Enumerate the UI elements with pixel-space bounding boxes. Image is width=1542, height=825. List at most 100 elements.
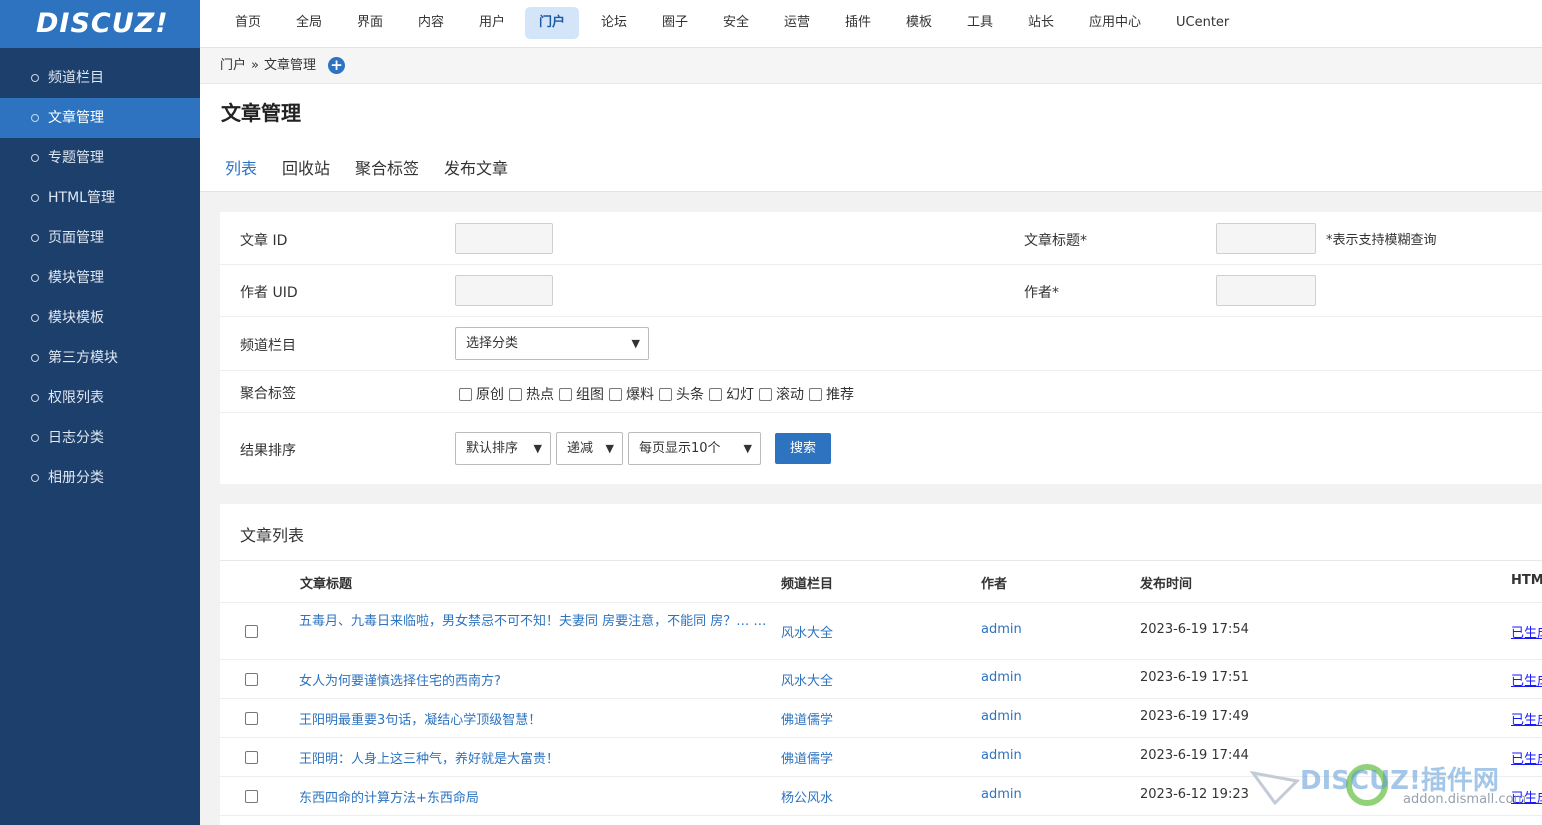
- top-nav-security[interactable]: 安全: [713, 7, 759, 39]
- breadcrumb-current: 文章管理: [264, 58, 317, 73]
- article-publish-time: 2023-6-19 17:54: [1140, 622, 1249, 637]
- tag-checkbox-scoop[interactable]: 爆料: [609, 384, 654, 404]
- row-divider: [220, 264, 1542, 265]
- sidebar-menu: 频道栏目 文章管理 专题管理 HTML管理 页面管理 模块管理 模块模板 第三方…: [0, 48, 200, 498]
- row-divider: [220, 737, 1542, 738]
- top-nav-tools[interactable]: 工具: [957, 7, 1003, 39]
- article-author-link[interactable]: admin: [981, 622, 1022, 637]
- watermark: DISCUZ!插件网 addon.dismall.com: [1245, 755, 1542, 815]
- page-title: 文章管理: [221, 101, 301, 125]
- article-title-link[interactable]: 女人为何要谨慎选择住宅的西南方?: [299, 670, 501, 689]
- sidebar-item-article-manage[interactable]: 文章管理: [0, 98, 200, 138]
- per-page-select[interactable]: 每页显示10个 ▼: [628, 432, 761, 465]
- article-channel-link[interactable]: 佛道儒学: [781, 709, 833, 728]
- top-nav-group[interactable]: 圈子: [652, 7, 698, 39]
- top-nav-app-center[interactable]: 应用中心: [1079, 7, 1151, 39]
- tag-checkbox-recommend[interactable]: 推荐: [809, 384, 854, 404]
- row-divider: [220, 602, 1542, 603]
- bullet-icon: [31, 394, 39, 402]
- tag-checkbox-gallery[interactable]: 组图: [559, 384, 604, 404]
- top-nav-ucenter[interactable]: UCenter: [1166, 7, 1239, 39]
- sidebar: DISCUZ! 频道栏目 文章管理 专题管理 HTML管理 页面管理 模块管理 …: [0, 0, 200, 825]
- article-title-input[interactable]: [1216, 223, 1316, 254]
- sort-select[interactable]: 默认排序 ▼: [455, 432, 551, 465]
- order-select[interactable]: 递减 ▼: [556, 432, 623, 465]
- sidebar-item-channel[interactable]: 频道栏目: [0, 58, 200, 98]
- article-html-status-link[interactable]: 已生成: [1511, 709, 1542, 728]
- row-checkbox[interactable]: [245, 625, 258, 638]
- top-nav-content[interactable]: 内容: [408, 7, 454, 39]
- author-uid-input[interactable]: [455, 275, 553, 306]
- article-author-link[interactable]: admin: [981, 670, 1022, 685]
- row-checkbox[interactable]: [245, 712, 258, 725]
- column-header-author[interactable]: 作者: [981, 573, 1007, 592]
- breadcrumb: 门户 » 文章管理 +: [200, 48, 1542, 84]
- article-author-link[interactable]: admin: [981, 748, 1022, 763]
- top-nav-home[interactable]: 首页: [225, 7, 271, 39]
- sidebar-item-topic-manage[interactable]: 专题管理: [0, 138, 200, 178]
- tab-list[interactable]: 列表: [222, 155, 261, 194]
- author-input[interactable]: [1216, 275, 1316, 306]
- row-divider: [220, 412, 1542, 413]
- tab-recycle-bin[interactable]: 回收站: [282, 155, 330, 191]
- chevron-down-icon: ▼: [605, 442, 614, 455]
- article-channel-link[interactable]: 风水大全: [781, 622, 833, 641]
- row-checkbox[interactable]: [245, 790, 258, 803]
- tab-aggregate-tags[interactable]: 聚合标签: [355, 155, 419, 191]
- tag-checkbox-original[interactable]: 原创: [459, 384, 504, 404]
- article-title-link[interactable]: 王阳明：人身上这三种气，养好就是大富贵！: [299, 748, 559, 767]
- sidebar-item-permission-list[interactable]: 权限列表: [0, 378, 200, 418]
- article-channel-link[interactable]: 佛道儒学: [781, 748, 833, 767]
- article-html-status-link[interactable]: 已生成: [1511, 622, 1542, 641]
- top-nav-templates[interactable]: 模板: [896, 7, 942, 39]
- top-nav-webmaster[interactable]: 站长: [1018, 7, 1064, 39]
- top-nav-operation[interactable]: 运营: [774, 7, 820, 39]
- top-nav-interface[interactable]: 界面: [347, 7, 393, 39]
- column-header-html[interactable]: HTM: [1511, 573, 1542, 588]
- row-checkbox[interactable]: [245, 751, 258, 764]
- article-title-link[interactable]: 五毒月、九毒日来临啦，男女禁忌不可不知！夫妻同 房要注意，不能同 房？… …: [299, 614, 769, 630]
- article-author-link[interactable]: admin: [981, 787, 1022, 802]
- column-header-publish-time[interactable]: 发布时间: [1140, 573, 1192, 592]
- row-checkbox[interactable]: [245, 673, 258, 686]
- tag-checkbox-headline[interactable]: 头条: [659, 384, 704, 404]
- sidebar-item-third-party-block[interactable]: 第三方模块: [0, 338, 200, 378]
- sidebar-item-html-manage[interactable]: HTML管理: [0, 178, 200, 218]
- channel-label: 频道栏目: [240, 338, 296, 354]
- article-author-link[interactable]: admin: [981, 709, 1022, 724]
- column-header-title[interactable]: 文章标题: [300, 573, 352, 592]
- add-shortcut-icon[interactable]: +: [328, 57, 345, 74]
- tag-checkbox-hot[interactable]: 热点: [509, 384, 554, 404]
- top-nav-users[interactable]: 用户: [469, 7, 515, 39]
- tag-checkbox-scrolling[interactable]: 滚动: [759, 384, 804, 404]
- checkbox-icon: [759, 388, 772, 401]
- bullet-icon: [31, 194, 39, 202]
- article-id-input[interactable]: [455, 223, 553, 254]
- search-button[interactable]: 搜索: [775, 433, 831, 464]
- top-nav-portal[interactable]: 门户: [525, 7, 580, 39]
- top-nav-forum[interactable]: 论坛: [591, 7, 637, 39]
- sidebar-item-album-category[interactable]: 相册分类: [0, 458, 200, 498]
- article-title-link[interactable]: 东西四命的计算方法+东西命局: [299, 787, 479, 806]
- sidebar-item-block-manage[interactable]: 模块管理: [0, 258, 200, 298]
- sidebar-item-blog-category[interactable]: 日志分类: [0, 418, 200, 458]
- top-nav-global[interactable]: 全局: [286, 7, 332, 39]
- article-title-link[interactable]: 王阳明最重要3句话，凝结心学顶级智慧！: [299, 709, 541, 728]
- tag-checkbox-slideshow[interactable]: 幻灯: [709, 384, 754, 404]
- tab-publish-article[interactable]: 发布文章: [444, 155, 508, 191]
- bullet-icon: [31, 74, 39, 82]
- sidebar-item-page-manage[interactable]: 页面管理: [0, 218, 200, 258]
- column-header-channel[interactable]: 频道栏目: [781, 573, 833, 592]
- bullet-icon: [31, 474, 39, 482]
- fuzzy-query-note: *表示支持模糊查询: [1326, 233, 1437, 248]
- channel-select[interactable]: 选择分类 ▼: [455, 327, 649, 360]
- top-nav-plugins[interactable]: 插件: [835, 7, 881, 39]
- svg-text:addon.dismall.com: addon.dismall.com: [1403, 792, 1526, 807]
- logo[interactable]: DISCUZ!: [0, 0, 200, 48]
- sidebar-item-block-template[interactable]: 模块模板: [0, 298, 200, 338]
- article-html-status-link[interactable]: 已生成: [1511, 670, 1542, 689]
- breadcrumb-root[interactable]: 门户: [220, 48, 246, 83]
- breadcrumb-separator: »: [251, 58, 259, 73]
- article-channel-link[interactable]: 杨公风水: [781, 787, 833, 806]
- article-channel-link[interactable]: 风水大全: [781, 670, 833, 689]
